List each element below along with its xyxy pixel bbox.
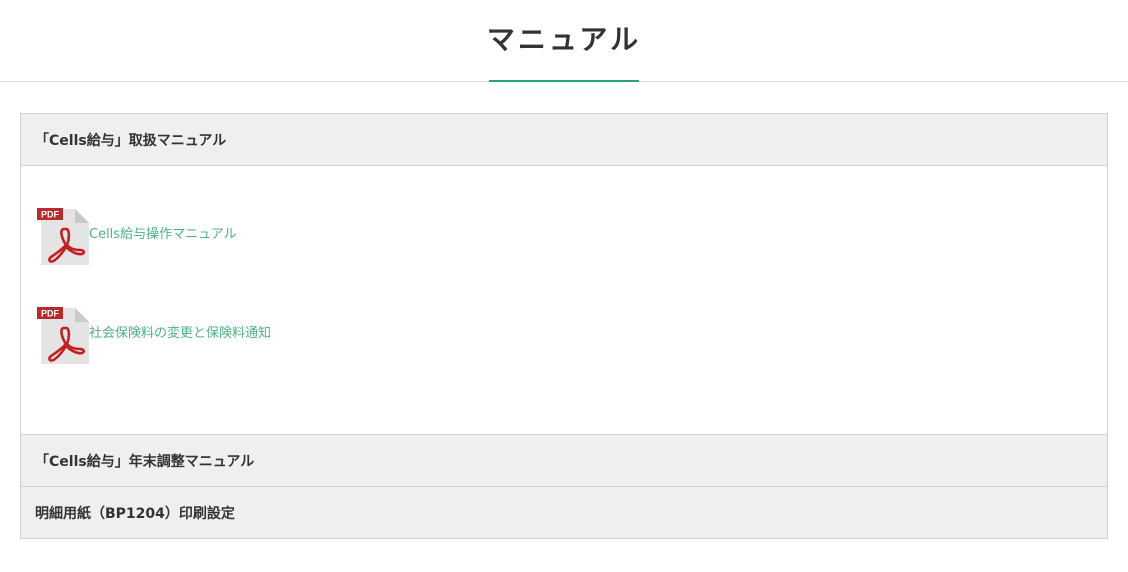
pdf-icon-label: PDF <box>41 309 60 319</box>
document-link-label[interactable]: 社会保険料の変更と保険料通知 <box>89 326 271 342</box>
accordion-body-cells-manual: PDF Cells給与操作マニュアル PDF 社会保険料の変更と保険料通知 <box>21 166 1107 434</box>
pdf-icon: PDF <box>37 307 89 364</box>
accordion-header-print-settings[interactable]: 明細用紙（BP1204）印刷設定 <box>21 486 1107 538</box>
accordion-header-year-end[interactable]: 「Cells給与」年末調整マニュアル <box>21 434 1107 486</box>
accordion-header-cells-manual[interactable]: 「Cells給与」取扱マニュアル <box>21 114 1107 166</box>
accordion-section-year-end: 「Cells給与」年末調整マニュアル <box>21 434 1107 486</box>
page-header: マニュアル <box>0 0 1128 82</box>
page-title: マニュアル <box>486 23 642 56</box>
title-underline <box>489 80 639 82</box>
pdf-icon-label: PDF <box>41 210 60 220</box>
document-link-insurance-notice[interactable]: PDF 社会保険料の変更と保険料通知 <box>37 304 271 364</box>
pdf-icon: PDF <box>37 208 89 265</box>
document-link-label[interactable]: Cells給与操作マニュアル <box>89 227 237 243</box>
accordion-section-print-settings: 明細用紙（BP1204）印刷設定 <box>21 486 1107 538</box>
accordion-section-cells-manual: 「Cells給与」取扱マニュアル PDF Cells給与操作マニュアル PDF <box>21 114 1107 434</box>
document-link-operation-manual[interactable]: PDF Cells給与操作マニュアル <box>37 205 237 265</box>
manual-accordion: 「Cells給与」取扱マニュアル PDF Cells給与操作マニュアル PDF <box>20 113 1108 539</box>
